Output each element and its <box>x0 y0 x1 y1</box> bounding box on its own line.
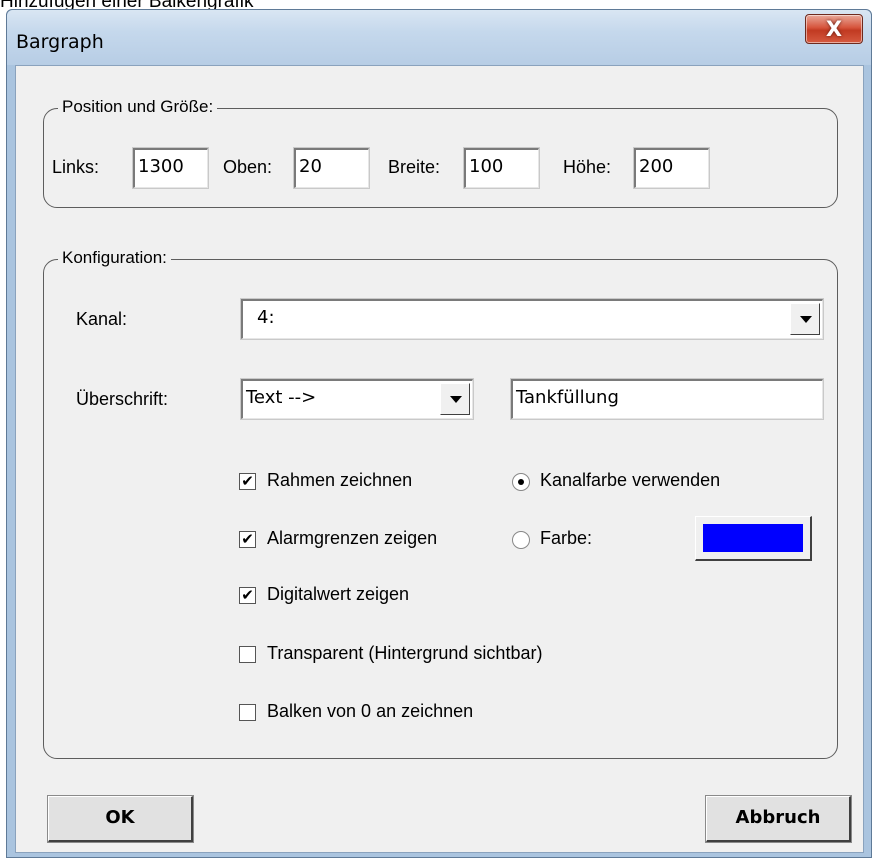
kanal-value: 4: <box>257 307 275 328</box>
digitalwert-label[interactable]: Digitalwert zeigen <box>267 584 409 605</box>
breite-label: Breite: <box>388 157 441 177</box>
dialog-window: Bargraph X Position und Größe: Links: 13… <box>6 9 872 858</box>
ueberschrift-label: Überschrift: <box>76 389 169 409</box>
dialog-client-area: Position und Größe: Links: 1300 Oben: 20… <box>15 65 864 853</box>
close-icon: X <box>825 17 843 41</box>
chevron-down-icon <box>800 316 812 323</box>
color-swatch <box>703 524 803 552</box>
ueberschrift-mode-value: Text --> <box>246 387 317 408</box>
kanal-dropdown[interactable]: 4: <box>240 298 824 340</box>
ueberschrift-text-input[interactable]: Tankfüllung <box>510 378 824 420</box>
balken-von-0-checkbox[interactable] <box>239 704 256 721</box>
ok-button[interactable]: OK <box>47 795 194 843</box>
rahmen-checkbox[interactable]: ✔ <box>239 473 256 490</box>
ueberschrift-mode-dropdown-button[interactable] <box>440 383 470 415</box>
hoehe-input[interactable]: 200 <box>633 147 710 189</box>
balken-von-0-label[interactable]: Balken von 0 an zeichnen <box>267 701 473 722</box>
title-bar[interactable]: Bargraph X <box>7 10 871 65</box>
links-label: Links: <box>52 157 100 177</box>
position-size-group-label: Position und Größe: <box>58 97 218 117</box>
radio-selected-dot <box>518 479 524 485</box>
digitalwert-checkbox[interactable]: ✔ <box>239 587 256 604</box>
links-input[interactable]: 1300 <box>132 147 209 189</box>
kanal-dropdown-button[interactable] <box>790 303 820 335</box>
window-title: Bargraph <box>16 31 104 53</box>
ueberschrift-mode-dropdown[interactable]: Text --> <box>240 378 474 420</box>
chevron-down-icon <box>450 396 462 403</box>
breite-input[interactable]: 100 <box>463 147 540 189</box>
kanalfarbe-label[interactable]: Kanalfarbe verwenden <box>540 470 720 491</box>
kanalfarbe-radio[interactable] <box>512 473 530 491</box>
farbe-radio[interactable] <box>512 531 530 549</box>
configuration-group-label: Konfiguration: <box>58 248 171 268</box>
color-picker-button[interactable] <box>695 516 812 561</box>
farbe-label[interactable]: Farbe: <box>540 528 592 549</box>
transparent-label[interactable]: Transparent (Hintergrund sichtbar) <box>267 643 542 664</box>
alarmgrenzen-checkbox[interactable]: ✔ <box>239 531 256 548</box>
hoehe-label: Höhe: <box>563 157 612 177</box>
transparent-checkbox[interactable] <box>239 646 256 663</box>
alarmgrenzen-label[interactable]: Alarmgrenzen zeigen <box>267 528 437 549</box>
cancel-button[interactable]: Abbruch <box>705 795 852 843</box>
rahmen-label[interactable]: Rahmen zeichnen <box>267 470 412 491</box>
oben-input[interactable]: 20 <box>293 147 370 189</box>
oben-label: Oben: <box>223 157 273 177</box>
close-button[interactable]: X <box>805 14 863 44</box>
kanal-label: Kanal: <box>76 309 128 329</box>
